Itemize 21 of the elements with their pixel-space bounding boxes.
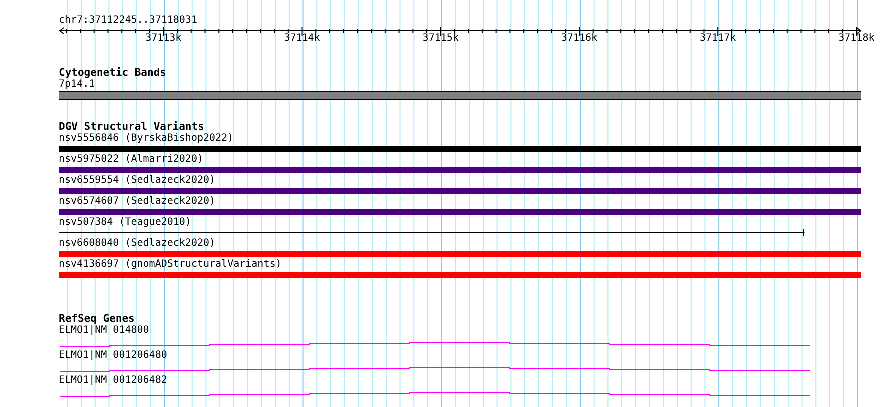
ruler-tick-label: 37117k [700, 33, 736, 45]
ruler-tick-label: 37118k [838, 33, 875, 45]
ruler-tick-label: 37115k [422, 33, 459, 45]
feature-label: nsv6574607 (Sedlazeck2020) [59, 196, 216, 207]
feature-label: nsv6559554 (Sedlazeck2020) [59, 175, 216, 186]
track-title: Cytogenetic Bands [59, 67, 166, 79]
location-label: chr7:37112245..37118031 [59, 15, 198, 26]
feature-label: nsv6608040 (Sedlazeck2020) [59, 238, 216, 249]
track-title: RefSeq Genes [59, 313, 135, 325]
feature-label: ELMO1|NM_001206482 [59, 375, 168, 386]
feature-label: nsv4136697 (gnomADStructuralVariants) [59, 259, 282, 270]
ruler-tick-label: 37116k [561, 33, 598, 45]
feature-label: nsv507384 (Teague2010) [59, 217, 192, 228]
feature-label: 7p14.1 [59, 79, 96, 90]
feature-label: nsv5556846 (ByrskaBishop2022) [59, 133, 234, 144]
feature-label: nsv5975022 (Almarri2020) [59, 154, 204, 165]
track-title: DGV Structural Variants [59, 121, 204, 133]
ruler-tick-label: 37114k [284, 33, 320, 45]
feature-label: ELMO1|NM_014800 [59, 325, 150, 336]
ruler-tick-label: 37113k [146, 33, 182, 45]
feature-label: ELMO1|NM_001206480 [59, 350, 168, 361]
